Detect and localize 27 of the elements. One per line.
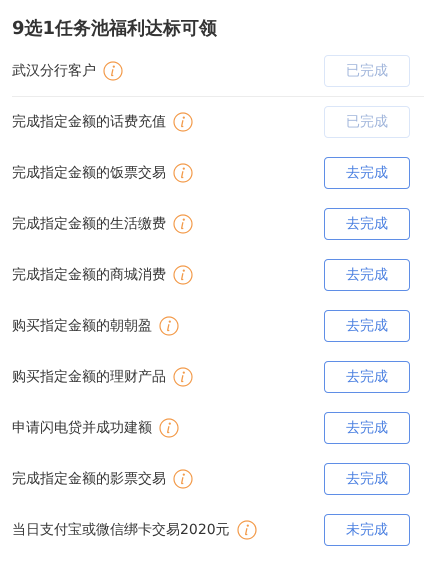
task-label: 当日支付宝或微信绑卡交易2020元	[12, 521, 230, 539]
task-button[interactable]: 去完成	[324, 463, 410, 495]
info-icon[interactable]	[173, 469, 193, 489]
task-label: 完成指定金额的饭票交易	[12, 164, 166, 182]
section-title: 9选1任务池福利达标可领	[12, 17, 218, 41]
task-label: 完成指定金额的影票交易	[12, 470, 166, 488]
task-label: 购买指定金额的朝朝盈	[12, 317, 152, 335]
task-button[interactable]: 去完成	[324, 310, 410, 342]
info-icon[interactable]	[159, 418, 179, 438]
task-button[interactable]: 去完成	[324, 157, 410, 189]
task-button[interactable]: 去完成	[324, 259, 410, 291]
info-icon[interactable]	[236, 520, 257, 540]
info-icon[interactable]	[173, 214, 193, 234]
task-label: 完成指定金额的商城消费	[12, 266, 166, 284]
info-icon[interactable]	[173, 265, 193, 285]
task-label: 完成指定金额的话费充值	[12, 113, 166, 131]
task-button[interactable]: 去完成	[324, 361, 410, 393]
task-label: 武汉分行客户	[12, 62, 96, 80]
task-button[interactable]: 去完成	[324, 208, 410, 240]
task-label: 购买指定金额的理财产品	[12, 368, 166, 386]
info-icon[interactable]	[173, 367, 193, 387]
info-icon[interactable]	[173, 163, 193, 183]
task-label: 完成指定金额的生活缴费	[12, 215, 166, 233]
task-button[interactable]: 去完成	[324, 412, 410, 444]
task-button[interactable]: 未完成	[324, 514, 410, 546]
task-label: 申请闪电贷并成功建额	[12, 419, 152, 437]
info-icon[interactable]	[159, 316, 179, 336]
